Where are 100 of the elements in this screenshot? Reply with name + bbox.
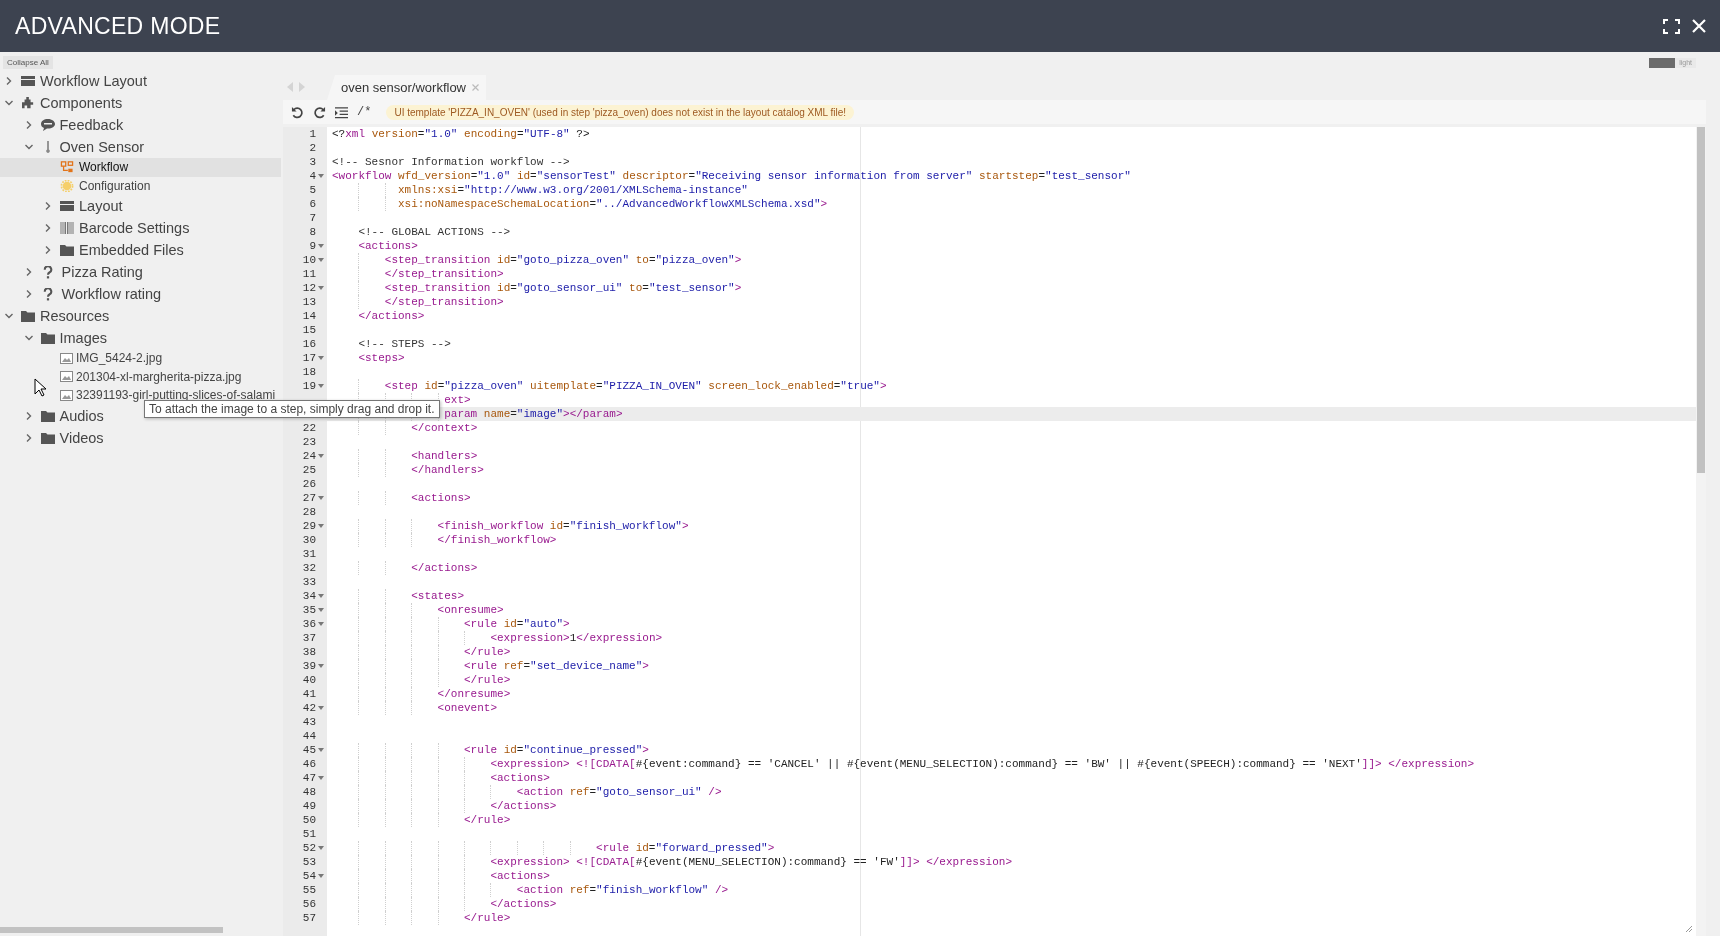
line-number: 5 (309, 183, 316, 197)
code-line: <expression>1</expression> (490, 632, 663, 644)
tree-item[interactable]: 201304-xl-margherita-pizza.jpg (0, 367, 281, 386)
tree-item[interactable]: IMG_5424-2.jpg (0, 349, 281, 368)
code-line: <actions> (358, 240, 418, 252)
line-number: 4 (309, 169, 316, 183)
code-line: <steps> (358, 352, 405, 364)
line-number: 40 (302, 673, 316, 687)
fold-arrow-icon[interactable] (317, 454, 324, 458)
line-number: 48 (302, 785, 316, 799)
fold-arrow-icon[interactable] (317, 384, 324, 388)
line-number: 34 (302, 589, 316, 603)
tree-item[interactable]: Barcode Settings (0, 217, 281, 239)
line-number: 46 (302, 757, 316, 771)
line-number: 37 (302, 631, 316, 645)
fold-arrow-icon[interactable] (317, 748, 324, 752)
folder-icon (21, 310, 35, 322)
fold-arrow-icon[interactable] (317, 776, 324, 780)
fold-arrow-icon[interactable] (317, 594, 324, 598)
fold-arrow-icon[interactable] (317, 174, 324, 178)
line-number: 28 (302, 505, 316, 519)
line-number: 47 (302, 771, 316, 785)
line-number: 24 (302, 449, 316, 463)
scrollbar[interactable] (1697, 127, 1705, 473)
fold-arrow-icon[interactable] (317, 356, 324, 360)
collapse-all-button[interactable]: Collapse All (3, 56, 53, 69)
line-number: 49 (302, 799, 316, 813)
tree-item[interactable]: Images (0, 327, 281, 349)
fold-arrow-icon[interactable] (317, 524, 324, 528)
comment-button[interactable]: /* (357, 105, 378, 119)
line-number: 1 (309, 127, 316, 141)
fold-arrow-icon[interactable] (317, 258, 324, 262)
code-line: <rule ref="set_device_name"> (464, 660, 649, 672)
line-number: 19 (302, 379, 316, 393)
question-mark-icon (42, 287, 53, 301)
tooltip: To attach the image to a step, simply drag and drop it. (144, 400, 440, 418)
fold-arrow-icon[interactable] (317, 608, 324, 612)
tree-item[interactable]: Components (0, 92, 281, 114)
tree-item[interactable]: Workflow Layout (0, 70, 281, 92)
line-number: 32 (302, 561, 316, 575)
code-line: <onevent> (437, 702, 498, 714)
editor-tab[interactable]: oven sensor/workflow (327, 75, 486, 100)
code-line: </onresume> (437, 688, 511, 700)
code-line: <actions> (411, 492, 471, 504)
line-number: 53 (302, 855, 316, 869)
redo-icon[interactable] (313, 105, 326, 119)
code-line: ext> (444, 394, 471, 406)
barcode-icon (60, 222, 74, 234)
fullscreen-icon[interactable] (1663, 18, 1680, 34)
indent-icon[interactable] (335, 105, 348, 119)
code-line: <!-- Sesnor Information workflow --> (332, 156, 570, 168)
chat-icon (40, 119, 55, 131)
line-number: 10 (302, 253, 316, 267)
line-number: 11 (302, 267, 316, 281)
folder-icon (40, 332, 55, 344)
code-line: </finish_workflow> (437, 534, 557, 546)
tree-item[interactable]: Workflow rating (0, 283, 281, 305)
line-number: 33 (302, 575, 316, 589)
line-number: 39 (302, 659, 316, 673)
image-icon (60, 371, 73, 383)
fold-arrow-icon[interactable] (317, 706, 324, 710)
fold-arrow-icon[interactable] (317, 664, 324, 668)
scrollbar[interactable] (0, 927, 223, 933)
code-line: <finish_workflow id="finish_workflow"> (437, 520, 689, 532)
folder-icon (40, 431, 55, 444)
question-mark-icon (42, 265, 53, 279)
tree-item[interactable]: Videos (0, 426, 281, 449)
fold-arrow-icon[interactable] (317, 622, 324, 626)
tree-item[interactable]: Layout (0, 195, 281, 217)
line-number: 15 (302, 323, 316, 337)
line-number: 12 (302, 281, 316, 295)
resize-grip-icon[interactable] (1685, 925, 1693, 933)
tree-item[interactable]: Workflow (0, 158, 281, 177)
line-number: 35 (302, 603, 316, 617)
undo-icon[interactable] (291, 105, 304, 119)
tree-item[interactable]: Pizza Rating (0, 261, 281, 283)
line-number: 55 (302, 883, 316, 897)
code-line: <?xml version="1.0" encoding="UTF-8" ?> (332, 128, 590, 140)
code-line: </context> (411, 422, 478, 434)
code-line: </actions> (490, 800, 557, 812)
line-number: 54 (302, 869, 316, 883)
code-line: <expression> <![CDATA[#{event(MENU_SELECTION):command} == 'FW']]> </expression> (490, 856, 1012, 868)
tree-item[interactable]: Feedback (0, 114, 281, 136)
tree-item[interactable]: Resources (0, 305, 281, 327)
fold-arrow-icon[interactable] (317, 286, 324, 290)
code-line: <actions> (490, 772, 550, 784)
fold-arrow-icon[interactable] (317, 874, 324, 878)
fold-arrow-icon[interactable] (317, 846, 324, 850)
line-number: 42 (302, 701, 316, 715)
layout-icon (60, 200, 74, 212)
line-number: 27 (302, 491, 316, 505)
tree-item[interactable]: Oven Sensor (0, 136, 281, 158)
line-number: 45 (302, 743, 316, 757)
fold-arrow-icon[interactable] (317, 496, 324, 500)
line-number: 2 (309, 141, 316, 155)
line-number: 57 (302, 911, 316, 925)
workflow-icon (60, 161, 74, 174)
tree-item[interactable]: Configuration (0, 176, 281, 195)
tree-item[interactable]: Embedded Files (0, 239, 281, 261)
fold-arrow-icon[interactable] (317, 244, 324, 248)
